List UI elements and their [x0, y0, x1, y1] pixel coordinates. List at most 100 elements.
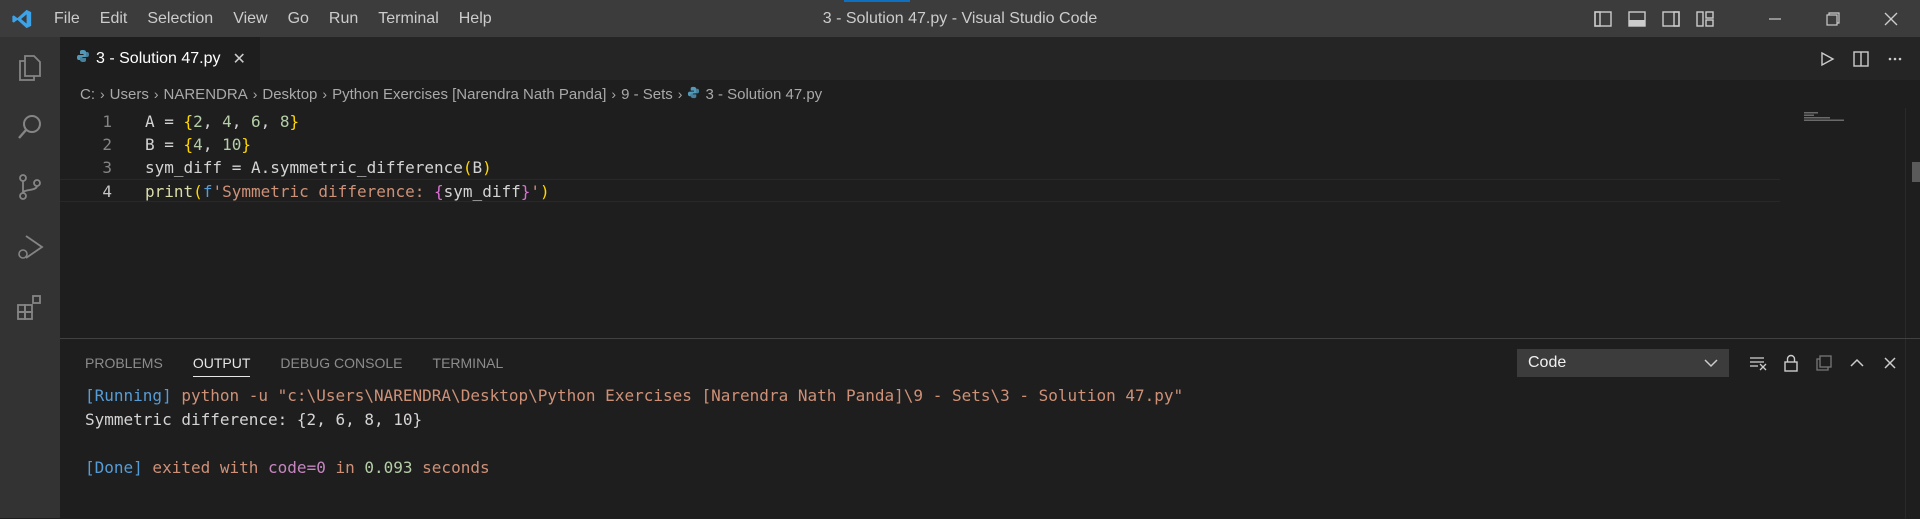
- menu-selection[interactable]: Selection: [137, 0, 223, 37]
- code-text: A = {2, 4, 6, 8}: [145, 110, 299, 133]
- minimize-icon[interactable]: [1746, 0, 1804, 37]
- line-number: 4: [102, 182, 112, 201]
- breadcrumb-item[interactable]: NARENDRA: [164, 86, 248, 103]
- chevron-right-icon: ›: [252, 86, 258, 102]
- search-icon[interactable]: [0, 97, 60, 157]
- code-token: symmetric_difference: [270, 158, 463, 177]
- scrollbar-cursor-marker: [1912, 162, 1920, 182]
- panel-actions: Code: [1517, 339, 1920, 387]
- extensions-icon[interactable]: [0, 277, 60, 337]
- code-token: {: [434, 182, 444, 201]
- output-line: Symmetric difference: {2, 6, 8, 10}: [85, 408, 1183, 432]
- code-line: 2 B = {4, 10}: [60, 133, 1780, 156]
- explorer-icon[interactable]: [0, 37, 60, 97]
- code-token: python -u "c:\Users\NARENDRA\Desktop\Pyt…: [171, 386, 1184, 405]
- code-token: 8: [279, 112, 290, 131]
- customize-layout-icon[interactable]: [1688, 0, 1722, 37]
- menu-terminal[interactable]: Terminal: [368, 0, 448, 37]
- breadcrumb-item[interactable]: Users: [110, 86, 149, 103]
- minimap[interactable]: [1804, 112, 1850, 122]
- line-number: 1: [102, 112, 112, 131]
- python-file-icon: [687, 86, 700, 103]
- menu-go[interactable]: Go: [278, 0, 319, 37]
- code-token: }: [520, 182, 531, 201]
- code-token: B =: [145, 135, 184, 154]
- output-log[interactable]: [Running] python -u "c:\Users\NARENDRA\D…: [85, 384, 1183, 480]
- code-token: 4: [193, 135, 203, 154]
- clear-output-icon[interactable]: [1741, 347, 1774, 379]
- menu-edit[interactable]: Edit: [90, 0, 138, 37]
- more-actions-icon[interactable]: [1878, 42, 1912, 76]
- title-bar: File Edit Selection View Go Run Terminal…: [0, 0, 1920, 37]
- lock-icon[interactable]: [1774, 347, 1807, 379]
- vscode-logo-icon[interactable]: [0, 0, 44, 37]
- breadcrumb-item[interactable]: Desktop: [262, 86, 317, 103]
- tab-solution-47[interactable]: 3 - Solution 47.py ✕: [60, 37, 260, 80]
- code-text: print(f'Symmetric difference: {sym_diff}…: [145, 180, 550, 203]
- code-token: ,: [231, 112, 251, 131]
- toggle-panel-icon[interactable]: [1620, 0, 1654, 37]
- breadcrumb-item[interactable]: C:: [80, 86, 95, 103]
- toggle-secondary-sidebar-icon[interactable]: [1654, 0, 1688, 37]
- close-window-icon[interactable]: [1862, 0, 1920, 37]
- line-number: 2: [102, 135, 112, 154]
- code-token: 4: [222, 112, 232, 131]
- panel-scrollbar[interactable]: [1905, 339, 1920, 519]
- code-token: ): [540, 182, 550, 201]
- chevron-right-icon: ›: [153, 86, 159, 102]
- menu-file[interactable]: File: [44, 0, 90, 37]
- editor-actions: [1810, 37, 1920, 80]
- run-debug-icon[interactable]: [0, 217, 60, 277]
- breadcrumb-item-current[interactable]: 3 - Solution 47.py: [705, 86, 822, 103]
- code-token: ): [482, 158, 492, 177]
- menu-bar: File Edit Selection View Go Run Terminal…: [44, 0, 502, 37]
- code-token: Symmetric difference: {2, 6, 8, 10}: [85, 410, 423, 429]
- code-token: }: [289, 112, 300, 131]
- tab-label: 3 - Solution 47.py: [96, 49, 221, 67]
- toggle-primary-sidebar-icon[interactable]: [1586, 0, 1620, 37]
- code-token: 10: [222, 135, 242, 154]
- tab-problems[interactable]: PROBLEMS: [85, 339, 163, 387]
- chevron-down-icon: [1704, 359, 1718, 368]
- chevron-right-icon: ›: [611, 86, 617, 102]
- code-token: print: [145, 182, 194, 201]
- close-panel-icon[interactable]: [1873, 347, 1906, 379]
- breadcrumb-item[interactable]: Python Exercises [Narendra Nath Panda]: [332, 86, 606, 103]
- menu-help[interactable]: Help: [449, 0, 502, 37]
- output-channel-value: Code: [1528, 354, 1567, 371]
- output-line: [Done] exited with code=0 in 0.093 secon…: [85, 456, 1183, 480]
- run-python-file-icon[interactable]: [1810, 42, 1844, 76]
- code-text: sym_diff = A.symmetric_difference(B): [145, 156, 492, 179]
- tab-terminal[interactable]: TERMINAL: [433, 339, 504, 387]
- maximize-panel-icon[interactable]: [1840, 347, 1873, 379]
- code-token: ': [530, 182, 540, 201]
- open-log-icon[interactable]: [1807, 347, 1840, 379]
- window-controls: [1586, 0, 1920, 37]
- code-token: 6: [250, 112, 261, 131]
- tab-debug-console[interactable]: DEBUG CONSOLE: [280, 339, 402, 387]
- split-editor-icon[interactable]: [1844, 42, 1878, 76]
- code-token: (: [193, 182, 203, 201]
- code-editor[interactable]: 1 A = {2, 4, 6, 8} 2 B = {4, 10} 3 sym_d…: [60, 108, 1920, 338]
- code-token: ,: [202, 135, 223, 154]
- output-line: [Running] python -u "c:\Users\NARENDRA\D…: [85, 384, 1183, 408]
- code-token: {: [183, 112, 194, 131]
- editor-scrollbar[interactable]: [1905, 108, 1920, 338]
- tab-output[interactable]: OUTPUT: [192, 339, 250, 387]
- breadcrumb-item[interactable]: 9 - Sets: [621, 86, 673, 103]
- code-token: (: [462, 158, 473, 177]
- menu-view[interactable]: View: [223, 0, 277, 37]
- menu-run[interactable]: Run: [319, 0, 368, 37]
- chevron-right-icon: ›: [677, 86, 683, 102]
- source-control-icon[interactable]: [0, 157, 60, 217]
- code-token: [Done]: [85, 458, 143, 477]
- code-token: 0.093: [364, 458, 413, 477]
- output-channel-select[interactable]: Code: [1517, 349, 1729, 377]
- code-token: code=0: [268, 458, 326, 477]
- code-token: B: [472, 158, 483, 177]
- code-token: exited with: [142, 458, 269, 477]
- restore-icon[interactable]: [1804, 0, 1862, 37]
- tab-close-icon[interactable]: ✕: [233, 49, 246, 69]
- code-token: in: [325, 458, 365, 477]
